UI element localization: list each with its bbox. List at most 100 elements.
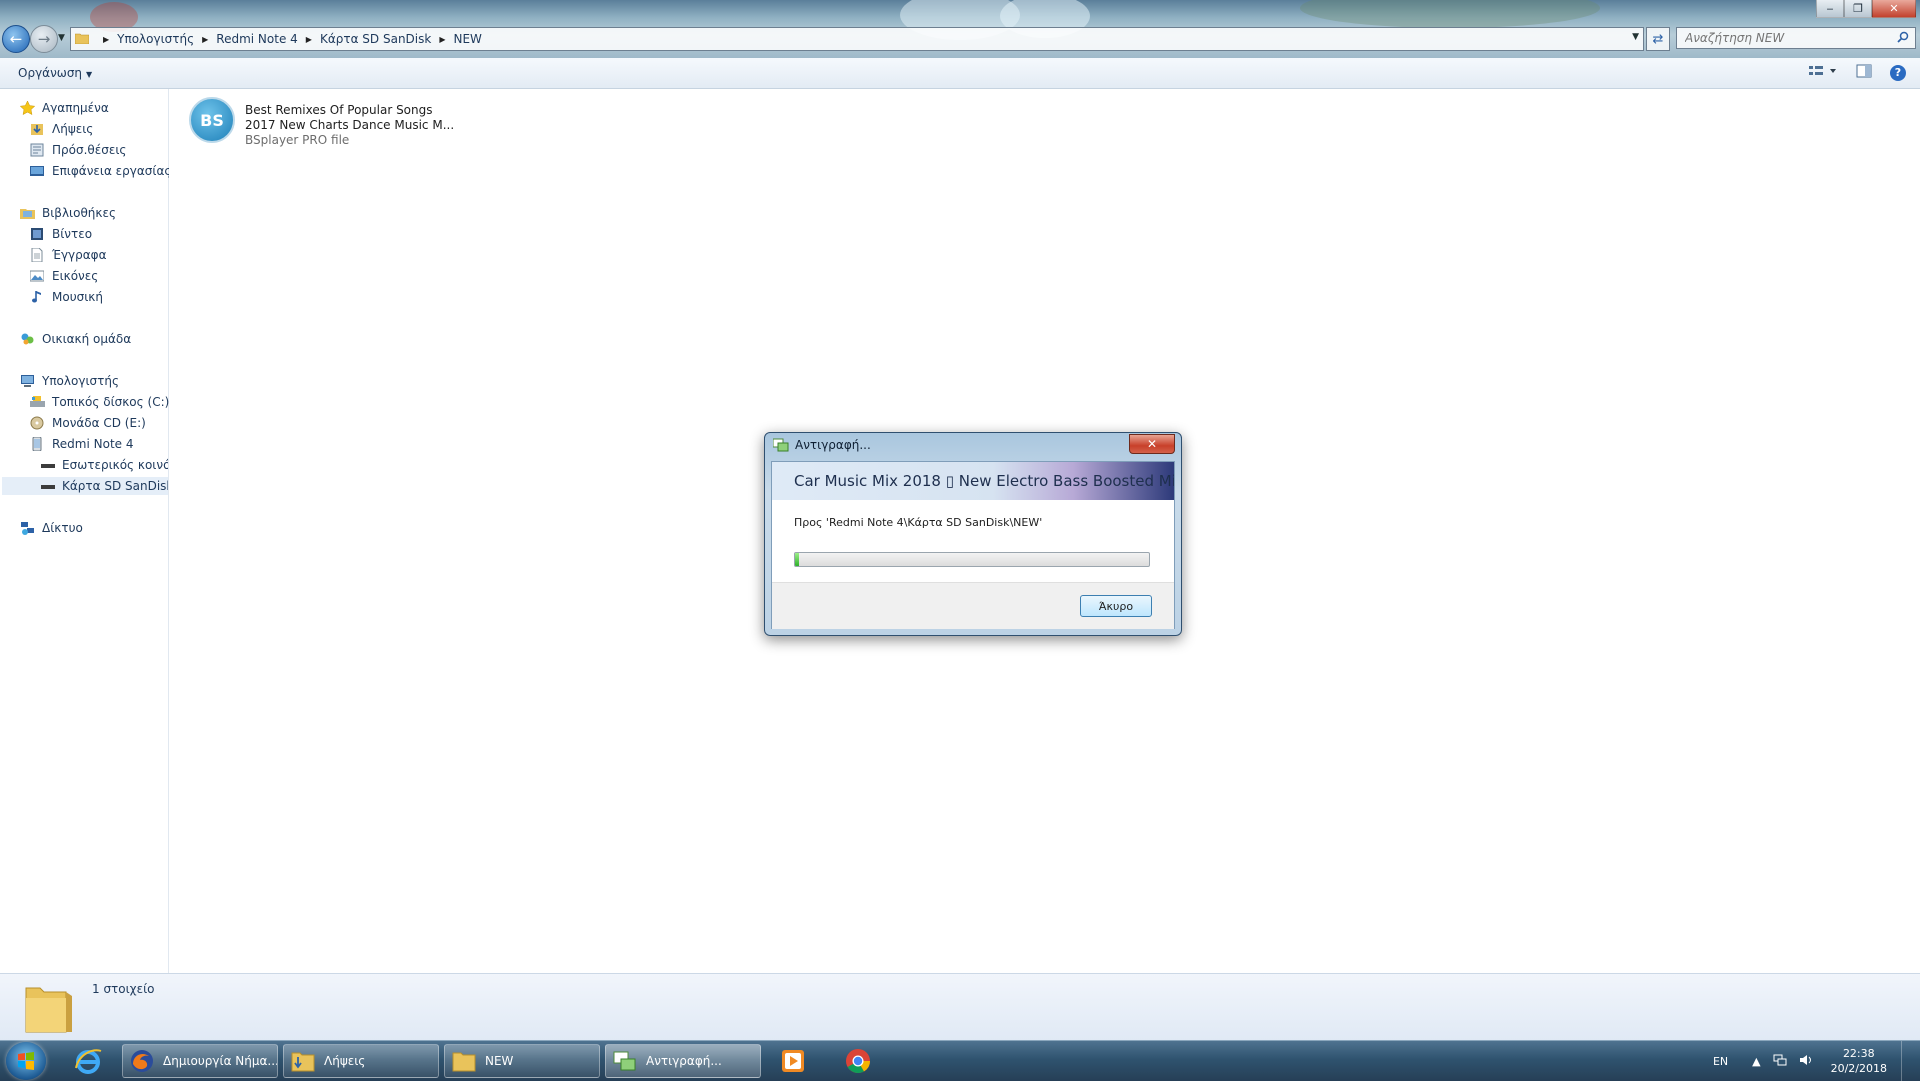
search-input[interactable] — [1683, 30, 1887, 46]
file-item[interactable]: BS Best Remixes Of Popular Songs 2017 Ne… — [189, 97, 454, 148]
nav-homegroup-label: Οικιακή ομάδα — [42, 332, 132, 346]
window-controls: ‒ ❐ ✕ — [1816, 0, 1916, 18]
folder-icon — [291, 1052, 315, 1072]
address-history-dropdown[interactable]: ▼ — [1632, 32, 1639, 42]
search-icon[interactable] — [1897, 31, 1909, 46]
dialog-footer: Άκυρο — [772, 582, 1174, 629]
recent-pages-dropdown[interactable]: ▼ — [58, 33, 65, 43]
nav-item-label: Μονάδα CD (E:) — [52, 416, 146, 430]
phone-device-icon — [30, 436, 46, 452]
organize-label: Οργάνωση — [18, 66, 83, 80]
nav-item-videos[interactable]: Βίντεο — [30, 225, 92, 243]
star-icon — [20, 100, 36, 116]
preview-pane-button[interactable] — [1856, 64, 1872, 81]
forward-button[interactable]: → — [30, 25, 58, 53]
nav-item-local-disk[interactable]: Τοπικός δίσκος (C:) — [30, 393, 169, 411]
downloads-folder-icon — [30, 122, 46, 136]
windows-logo-icon — [18, 1052, 34, 1070]
network-status-icon[interactable] — [1773, 1054, 1787, 1069]
documents-icon — [30, 247, 46, 263]
nav-item-documents[interactable]: Έγγραφα — [30, 246, 107, 264]
file-type: BSplayer PRO file — [245, 133, 350, 147]
volume-icon[interactable] — [1799, 1054, 1813, 1069]
maximize-button[interactable]: ❐ — [1844, 0, 1872, 18]
copy-destination: Προς 'Redmi Note 4\Κάρτα SD SanDisk\NEW' — [794, 516, 1043, 529]
taskbar-item-downloads[interactable]: Λήψεις — [283, 1044, 439, 1078]
network-icon — [20, 521, 36, 535]
taskbar-item-label: Λήψεις — [324, 1054, 366, 1068]
clock[interactable]: 22:38 20/2/2018 — [1831, 1046, 1887, 1076]
nav-item-pictures[interactable]: Εικόνες — [30, 267, 98, 285]
nav-favorites-label: Αγαπημένα — [42, 101, 109, 115]
folder-icon — [22, 980, 74, 1039]
nav-network[interactable]: Δίκτυο — [20, 519, 83, 537]
nav-libraries[interactable]: Βιβλιοθήκες — [20, 204, 116, 222]
copy-icon — [613, 1051, 636, 1071]
minimize-button[interactable]: ‒ — [1816, 0, 1844, 18]
nav-computer[interactable]: Υπολογιστής — [20, 372, 119, 390]
nav-item-recent-places[interactable]: Πρόσ.θέσεις — [30, 141, 126, 159]
folder-icon — [452, 1052, 476, 1072]
dialog-titlebar: Αντιγραφή... — [772, 438, 871, 452]
nav-item-label: Έγγραφα — [52, 248, 107, 262]
libraries-icon — [20, 206, 36, 220]
nav-item-desktop[interactable]: Επιφάνεια εργασίας — [30, 162, 171, 180]
cancel-button[interactable]: Άκυρο — [1080, 595, 1152, 617]
nav-item-sd-card[interactable]: Κάρτα SD SanDisk — [2, 477, 168, 495]
clock-time: 22:38 — [1842, 1047, 1875, 1060]
nav-libraries-label: Βιβλιοθήκες — [42, 206, 117, 220]
nav-item-internal-storage[interactable]: Εσωτερικός κοινόχρ — [40, 456, 168, 474]
chevron-right-icon[interactable]: ▶ — [439, 35, 445, 44]
organize-menu-button[interactable]: Οργάνωση ▼ — [18, 66, 92, 80]
dialog-close-button[interactable]: ✕ — [1129, 434, 1175, 454]
hard-drive-icon — [30, 395, 46, 409]
taskbar-item-new-folder[interactable]: NEW — [444, 1044, 600, 1078]
show-hidden-icons-button[interactable]: ▲ — [1752, 1055, 1760, 1068]
breadcrumb-item-sdcard[interactable]: Κάρτα SD SanDisk — [320, 32, 431, 46]
internet-explorer-button[interactable] — [60, 1044, 116, 1078]
nav-item-label: Επιφάνεια εργασίας — [52, 164, 172, 178]
taskbar-item-copy[interactable]: Αντιγραφή... — [605, 1044, 761, 1078]
nav-item-cd-drive[interactable]: Μονάδα CD (E:) — [30, 414, 146, 432]
breadcrumb-item-folder[interactable]: NEW — [453, 32, 481, 46]
recent-places-icon — [30, 143, 46, 157]
nav-item-music[interactable]: Μουσική — [30, 288, 103, 306]
storage-drive-icon — [40, 479, 56, 493]
nav-favorites[interactable]: Αγαπημένα — [20, 99, 109, 117]
progress-fill — [795, 553, 799, 566]
taskbar-item-label: Δημιουργία Νήμα... — [163, 1054, 278, 1068]
chevron-right-icon[interactable]: ▶ — [306, 35, 312, 44]
help-icon[interactable]: ? — [1890, 64, 1906, 81]
chevron-right-icon[interactable]: ▶ — [103, 35, 109, 44]
details-pane: 1 στοιχείο — [0, 973, 1920, 1041]
start-button[interactable] — [6, 1042, 46, 1080]
breadcrumb-item-computer[interactable]: Υπολογιστής — [117, 32, 194, 46]
address-bar[interactable]: ▶ Υπολογιστής ▶ Redmi Note 4 ▶ Κάρτα SD … — [70, 27, 1644, 51]
show-desktop-button[interactable] — [1901, 1041, 1912, 1081]
chevron-right-icon[interactable]: ▶ — [202, 35, 208, 44]
nav-homegroup[interactable]: Οικιακή ομάδα — [20, 330, 131, 348]
nav-item-label: Μουσική — [52, 290, 103, 304]
refresh-button[interactable]: ⇄ — [1646, 27, 1670, 51]
nav-item-downloads[interactable]: Λήψεις — [30, 120, 93, 138]
close-button[interactable]: ✕ — [1872, 0, 1916, 18]
file-name-line-2: 2017 New Charts Dance Music M... — [245, 118, 455, 132]
nav-item-label: Τοπικός δίσκος (C:) — [52, 395, 170, 409]
breadcrumb-item-device[interactable]: Redmi Note 4 — [216, 32, 298, 46]
change-view-button[interactable] — [1808, 64, 1838, 81]
chrome-button[interactable] — [830, 1044, 886, 1078]
taskbar-item-firefox[interactable]: Δημιουργία Νήμα... — [122, 1044, 278, 1078]
language-indicator[interactable]: EN — [1713, 1055, 1728, 1068]
nav-network-label: Δίκτυο — [42, 521, 83, 535]
copy-filename: Car Music Mix 2018 ▯ New Electro Bass Bo… — [794, 472, 1174, 490]
folder-icon — [74, 32, 90, 47]
nav-item-label: Εικόνες — [52, 269, 99, 283]
nav-item-label: Εσωτερικός κοινόχρ — [62, 458, 168, 472]
media-player-button[interactable] — [765, 1044, 821, 1078]
search-box[interactable] — [1676, 27, 1916, 49]
nav-item-phone[interactable]: Redmi Note 4 — [30, 435, 134, 453]
video-icon — [30, 227, 46, 241]
back-button[interactable]: ← — [2, 25, 30, 53]
system-tray: EN ▲ 22:38 20/2/2018 — [1713, 1041, 1912, 1081]
command-bar: Οργάνωση ▼ ? — [0, 58, 1920, 89]
